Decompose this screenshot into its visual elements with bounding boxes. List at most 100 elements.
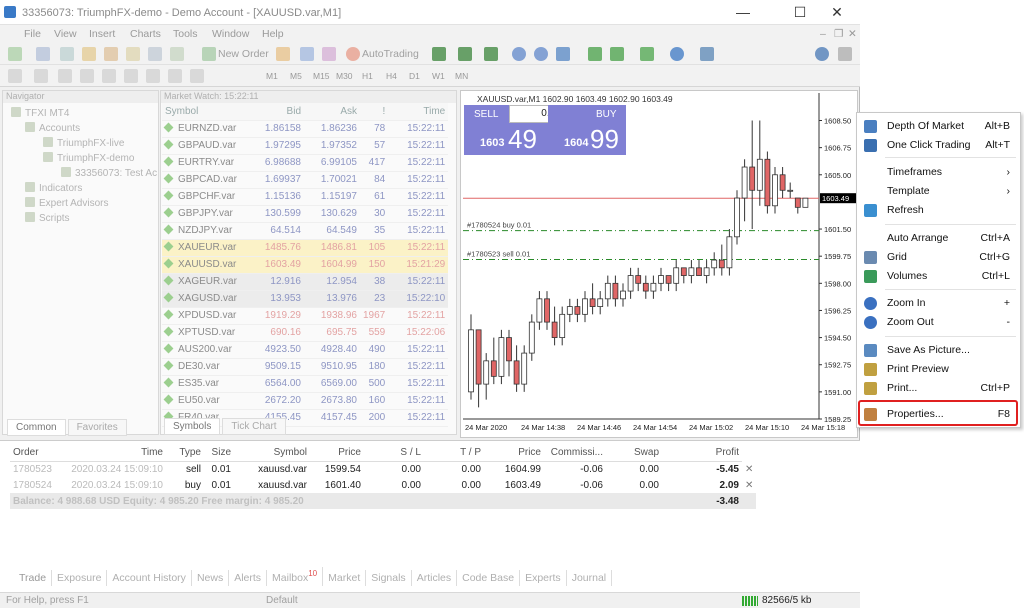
autotrading-icon[interactable] xyxy=(346,47,360,61)
data-window-icon[interactable] xyxy=(104,47,118,61)
market-watch-row[interactable]: EURNZD.var 1.86158 1.86236 78 15:22:11 xyxy=(162,120,449,138)
menu-help[interactable]: Help xyxy=(262,28,284,40)
orders-col-header[interactable]: Type xyxy=(166,445,204,462)
terminal-tab[interactable]: Account History xyxy=(107,569,192,586)
market-watch-row[interactable]: EU50.var 2672.20 2673.80 160 15:22:11 xyxy=(162,392,449,410)
nav-scripts[interactable]: Scripts xyxy=(25,212,70,224)
menu-tools[interactable]: Tools xyxy=(173,28,198,40)
new-order-icon[interactable] xyxy=(202,47,216,61)
close-button[interactable]: ✕ xyxy=(814,0,860,25)
autoscroll-icon[interactable] xyxy=(610,47,624,61)
market-watch-row[interactable]: DE30.var 9509.15 9510.95 180 15:22:11 xyxy=(162,358,449,376)
orders-col-header[interactable]: T / P xyxy=(424,445,484,462)
orders-col-header[interactable]: Order xyxy=(10,445,66,462)
market-watch-row[interactable]: GBPJPY.var 130.599 130.629 30 15:22:11 xyxy=(162,205,449,223)
timeframe-h4[interactable]: H4 xyxy=(386,71,397,81)
timeframe-d1[interactable]: D1 xyxy=(409,71,420,81)
tester-icon[interactable] xyxy=(170,47,184,61)
market-watch-row[interactable]: XAGUSD.var 13.953 13.976 23 15:22:10 xyxy=(162,290,449,308)
chart-shift-icon[interactable] xyxy=(588,47,602,61)
market-watch-icon[interactable] xyxy=(82,47,96,61)
market-watch-row[interactable]: GBPCHF.var 1.15136 1.15197 61 15:22:11 xyxy=(162,188,449,206)
tab-symbols[interactable]: Symbols xyxy=(164,418,221,435)
market-icon[interactable] xyxy=(300,47,314,61)
horizontal-line-icon[interactable] xyxy=(80,69,94,83)
channel-icon[interactable] xyxy=(124,69,138,83)
orders-col-header[interactable]: S / L xyxy=(364,445,424,462)
market-watch-row[interactable]: GBPAUD.var 1.97295 1.97352 57 15:22:11 xyxy=(162,137,449,155)
menu-insert[interactable]: Insert xyxy=(89,28,115,40)
menu-item-grid[interactable]: Grid Ctrl+G xyxy=(857,248,1020,267)
timeframe-h1[interactable]: H1 xyxy=(362,71,373,81)
nav-indicators[interactable]: Indicators xyxy=(25,182,82,194)
bar-chart-icon[interactable] xyxy=(432,47,446,61)
mdi-close-icon[interactable]: ✕ xyxy=(848,28,857,40)
market-watch-row[interactable]: XAUUSD.var 1603.49 1604.99 150 15:21:29 xyxy=(162,256,449,274)
mdi-minimize-icon[interactable]: – xyxy=(820,28,826,40)
vertical-line-icon[interactable] xyxy=(58,69,72,83)
new-chart-icon[interactable] xyxy=(8,47,22,61)
orders-col-header[interactable]: Profit xyxy=(662,445,742,462)
market-watch-row[interactable]: GBPCAD.var 1.69937 1.70021 84 15:22:11 xyxy=(162,171,449,189)
order-row[interactable]: 1780524 2020.03.24 15:09:10 buy 0.01 xauusd.… xyxy=(10,477,756,493)
tab-tick-chart[interactable]: Tick Chart xyxy=(222,418,286,435)
menu-item-template[interactable]: Template › xyxy=(857,182,1020,201)
menu-item-print[interactable]: Print... Ctrl+P xyxy=(857,379,1020,398)
terminal-tab[interactable]: Alerts xyxy=(229,569,268,586)
menu-item-one-click-trading[interactable]: One Click Trading Alt+T xyxy=(857,136,1020,155)
close-order-icon[interactable]: ✕ xyxy=(742,461,756,477)
text-label-icon[interactable] xyxy=(168,69,182,83)
tile-windows-icon[interactable] xyxy=(556,47,570,61)
terminal-tab[interactable]: Experts xyxy=(520,569,567,586)
market-watch-row[interactable]: XAGEUR.var 12.916 12.954 38 15:22:11 xyxy=(162,273,449,291)
orders-col-header[interactable]: Swap xyxy=(606,445,662,462)
market-watch-row[interactable]: AUS200.var 4923.50 4928.40 490 15:22:11 xyxy=(162,341,449,359)
col-ask[interactable]: Ask xyxy=(304,103,360,121)
crosshair-icon[interactable] xyxy=(34,69,48,83)
col-bid[interactable]: Bid xyxy=(248,103,304,121)
periods-icon[interactable] xyxy=(670,47,684,61)
menu-item-save-as-picture[interactable]: Save As Picture... xyxy=(857,341,1020,360)
timeframe-mn[interactable]: MN xyxy=(455,71,468,81)
market-watch-row[interactable]: ES35.var 6564.00 6569.00 500 15:22:11 xyxy=(162,375,449,393)
market-watch-row[interactable]: XAUEUR.var 1485.76 1486.81 105 15:22:11 xyxy=(162,239,449,257)
terminal-tab[interactable]: Exposure xyxy=(52,569,108,586)
nav-server-live[interactable]: TriumphFX-live xyxy=(43,137,124,149)
nav-accounts[interactable]: Accounts xyxy=(25,122,80,134)
line-chart-icon[interactable] xyxy=(484,47,498,61)
terminal-tab[interactable]: Code Base xyxy=(457,569,521,586)
menu-file[interactable]: File xyxy=(24,28,41,40)
trendline-icon[interactable] xyxy=(102,69,116,83)
chat-icon[interactable] xyxy=(838,47,852,61)
timeframe-m1[interactable]: M1 xyxy=(266,71,278,81)
market-watch-row[interactable]: XPDUSD.var 1919.29 1938.96 1967 15:22:11 xyxy=(162,307,449,325)
orders-col-header[interactable]: Symbol xyxy=(234,445,310,462)
timeframe-m15[interactable]: M15 xyxy=(313,71,330,81)
menu-item-refresh[interactable]: Refresh xyxy=(857,201,1020,220)
signals-icon[interactable] xyxy=(322,47,336,61)
profiles-icon[interactable] xyxy=(36,47,50,61)
terminal-tab[interactable]: Market xyxy=(323,569,367,586)
nav-root[interactable]: TFXI MT4 xyxy=(11,107,69,119)
col-spread[interactable]: ! xyxy=(360,103,389,121)
menu-view[interactable]: View xyxy=(54,28,77,40)
indicators-icon[interactable] xyxy=(640,47,654,61)
terminal-icon[interactable] xyxy=(148,47,162,61)
metaeditor-icon[interactable] xyxy=(276,47,290,61)
navigator-icon[interactable] xyxy=(126,47,140,61)
market-watch-row[interactable]: XPTUSD.var 690.16 695.75 559 15:22:06 xyxy=(162,324,449,342)
terminal-tab[interactable]: Mailbox10 xyxy=(267,567,324,586)
terminal-tab[interactable]: News xyxy=(192,569,230,586)
cursor-icon[interactable] xyxy=(8,69,22,83)
orders-col-header[interactable]: Time xyxy=(66,445,166,462)
menu-item-depth-of-market[interactable]: Depth Of Market Alt+B xyxy=(857,117,1020,136)
orders-col-header[interactable]: Commissi... xyxy=(544,445,606,462)
menu-item-zoom-out[interactable]: Zoom Out - xyxy=(857,313,1020,332)
market-watch-row[interactable]: EURTRY.var 6.98688 6.99105 417 15:22:11 xyxy=(162,154,449,172)
search-icon[interactable] xyxy=(815,47,829,61)
close-order-icon[interactable]: ✕ xyxy=(742,477,756,493)
orders-col-header[interactable]: Price xyxy=(310,445,364,462)
zoom-in-toolbar-icon[interactable] xyxy=(512,47,526,61)
menu-item-volumes[interactable]: Volumes Ctrl+L xyxy=(857,267,1020,286)
menu-charts[interactable]: Charts xyxy=(130,28,161,40)
